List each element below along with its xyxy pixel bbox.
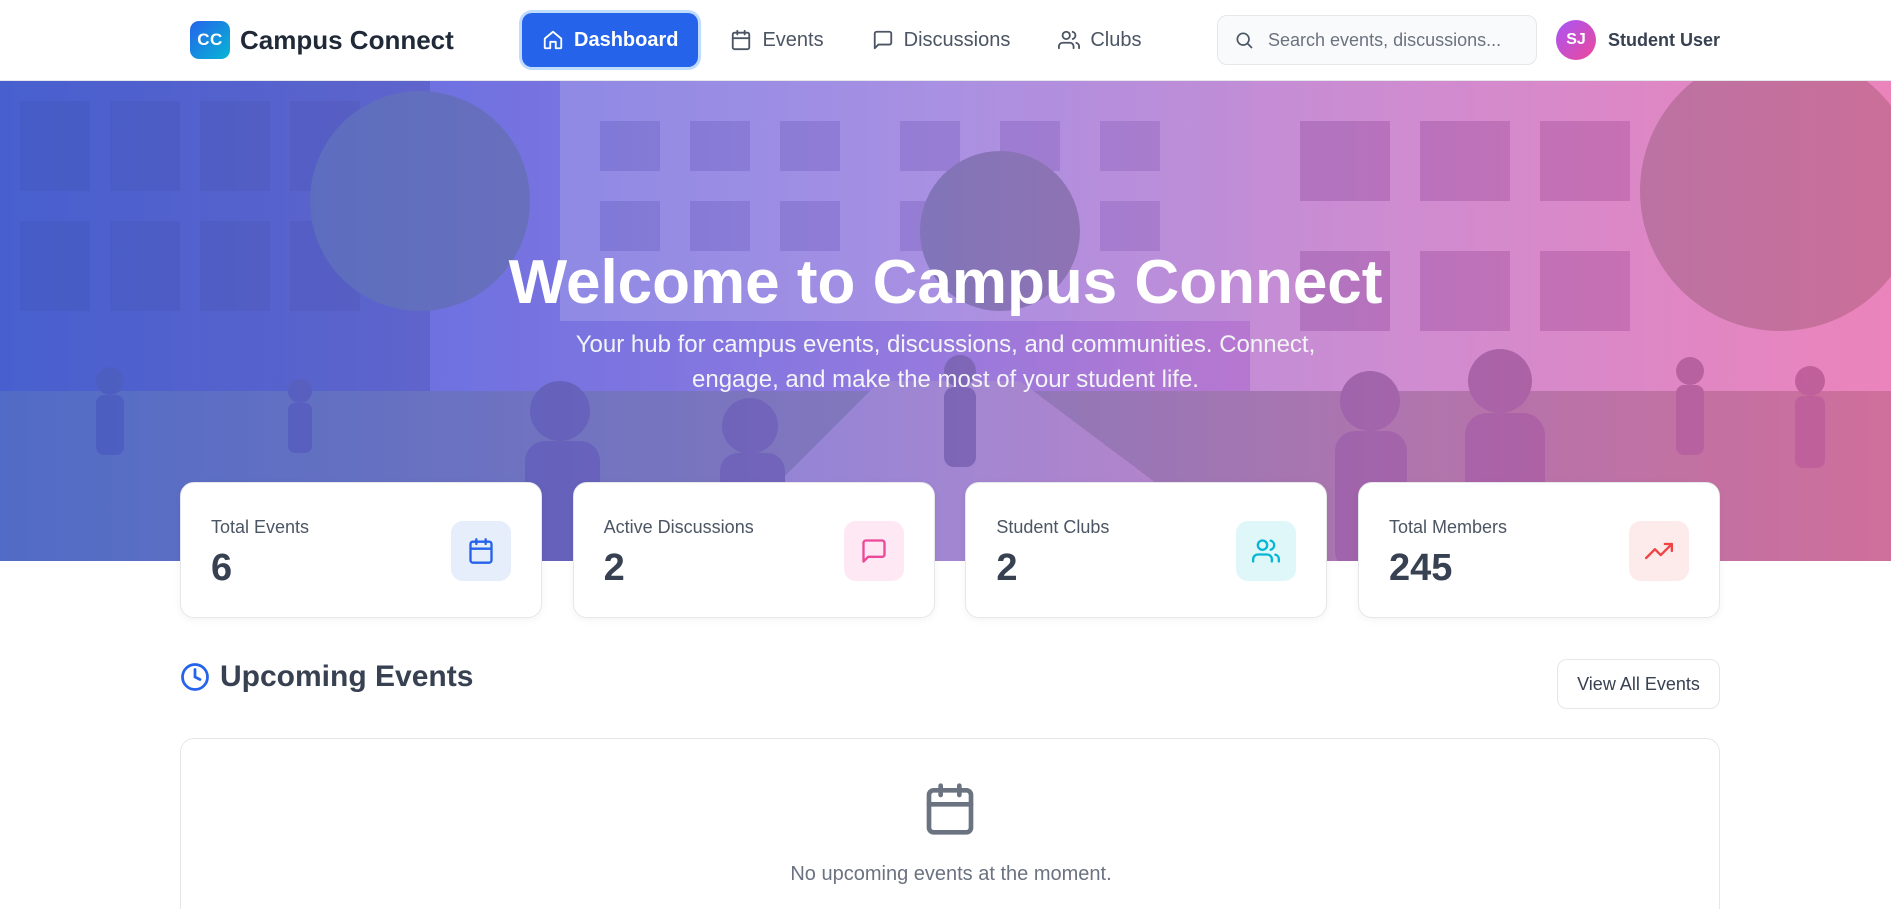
- home-icon: [543, 30, 563, 50]
- stat-icon-wrapper: [451, 521, 511, 581]
- stat-card-total-members: Total Members 245: [1357, 482, 1720, 618]
- stat-icon-wrapper: [1628, 521, 1689, 581]
- user-menu[interactable]: SJ Student User: [1556, 20, 1720, 60]
- nav-item-discussions[interactable]: Discussions: [850, 13, 1033, 67]
- users-icon: [1058, 30, 1081, 50]
- nav-item-label: Discussions: [903, 28, 1011, 51]
- view-all-events-button[interactable]: View All Events: [1557, 659, 1720, 709]
- stat-label: Student Clubs: [996, 517, 1110, 537]
- trending-up-icon: [1644, 542, 1673, 560]
- nav-item-label: Clubs: [1090, 28, 1142, 51]
- message-icon: [861, 539, 886, 563]
- stat-value: 245: [1388, 547, 1453, 589]
- app-name: Campus Connect: [240, 24, 454, 55]
- stat-icon-wrapper: [1236, 521, 1297, 581]
- stat-label: Active Discussions: [603, 517, 754, 537]
- users-icon: [1252, 539, 1281, 563]
- stat-icon-wrapper: [843, 521, 904, 581]
- upcoming-events-header: Upcoming Events: [180, 660, 473, 694]
- hero-title: Welcome to Campus Connect: [508, 248, 1383, 317]
- stat-label: Total Events: [211, 517, 310, 537]
- calendar-icon: [732, 29, 751, 51]
- message-icon: [873, 30, 892, 50]
- clock-icon: [181, 663, 209, 691]
- search-input[interactable]: [1268, 29, 1518, 51]
- search-bar[interactable]: [1217, 15, 1537, 65]
- user-name: Student User: [1608, 29, 1721, 50]
- calendar-icon: [469, 538, 493, 564]
- calendar-icon: [926, 783, 974, 835]
- nav-item-label: Events: [762, 28, 824, 51]
- stat-card-total-events: Total Events 6: [180, 482, 542, 618]
- app-logo[interactable]: CC Campus Connect: [190, 21, 454, 59]
- nav-item-dashboard[interactable]: Dashboard: [522, 13, 699, 67]
- main-nav: Dashboard Events Discussions Clubs: [522, 13, 1167, 67]
- logo-badge: CC: [190, 21, 230, 59]
- stat-value: 2: [603, 547, 625, 589]
- stats-row: Total Events 6 Active Discussions 2 Stud…: [180, 482, 1720, 618]
- stat-value: 2: [996, 547, 1018, 589]
- top-navbar: CC Campus Connect Dashboard Events Discu…: [0, 0, 1891, 81]
- stat-label: Total Members: [1388, 517, 1508, 537]
- hero-subtitle: Your hub for campus events, discussions,…: [575, 331, 1316, 393]
- search-icon: [1236, 32, 1253, 49]
- nav-item-label: Dashboard: [574, 28, 679, 51]
- nav-item-events[interactable]: Events: [708, 13, 845, 67]
- section-title: Upcoming Events: [220, 660, 474, 693]
- empty-state-icon-wrapper: [922, 781, 978, 837]
- nav-item-clubs[interactable]: Clubs: [1036, 13, 1163, 67]
- avatar: SJ: [1556, 20, 1596, 60]
- stat-card-active-discussions: Active Discussions 2: [572, 482, 935, 618]
- upcoming-events-empty-state: No upcoming events at the moment.: [180, 738, 1720, 909]
- stat-card-student-clubs: Student Clubs 2: [965, 482, 1328, 618]
- stat-value: 6: [211, 547, 233, 589]
- empty-state-text: No upcoming events at the moment.: [790, 863, 1112, 885]
